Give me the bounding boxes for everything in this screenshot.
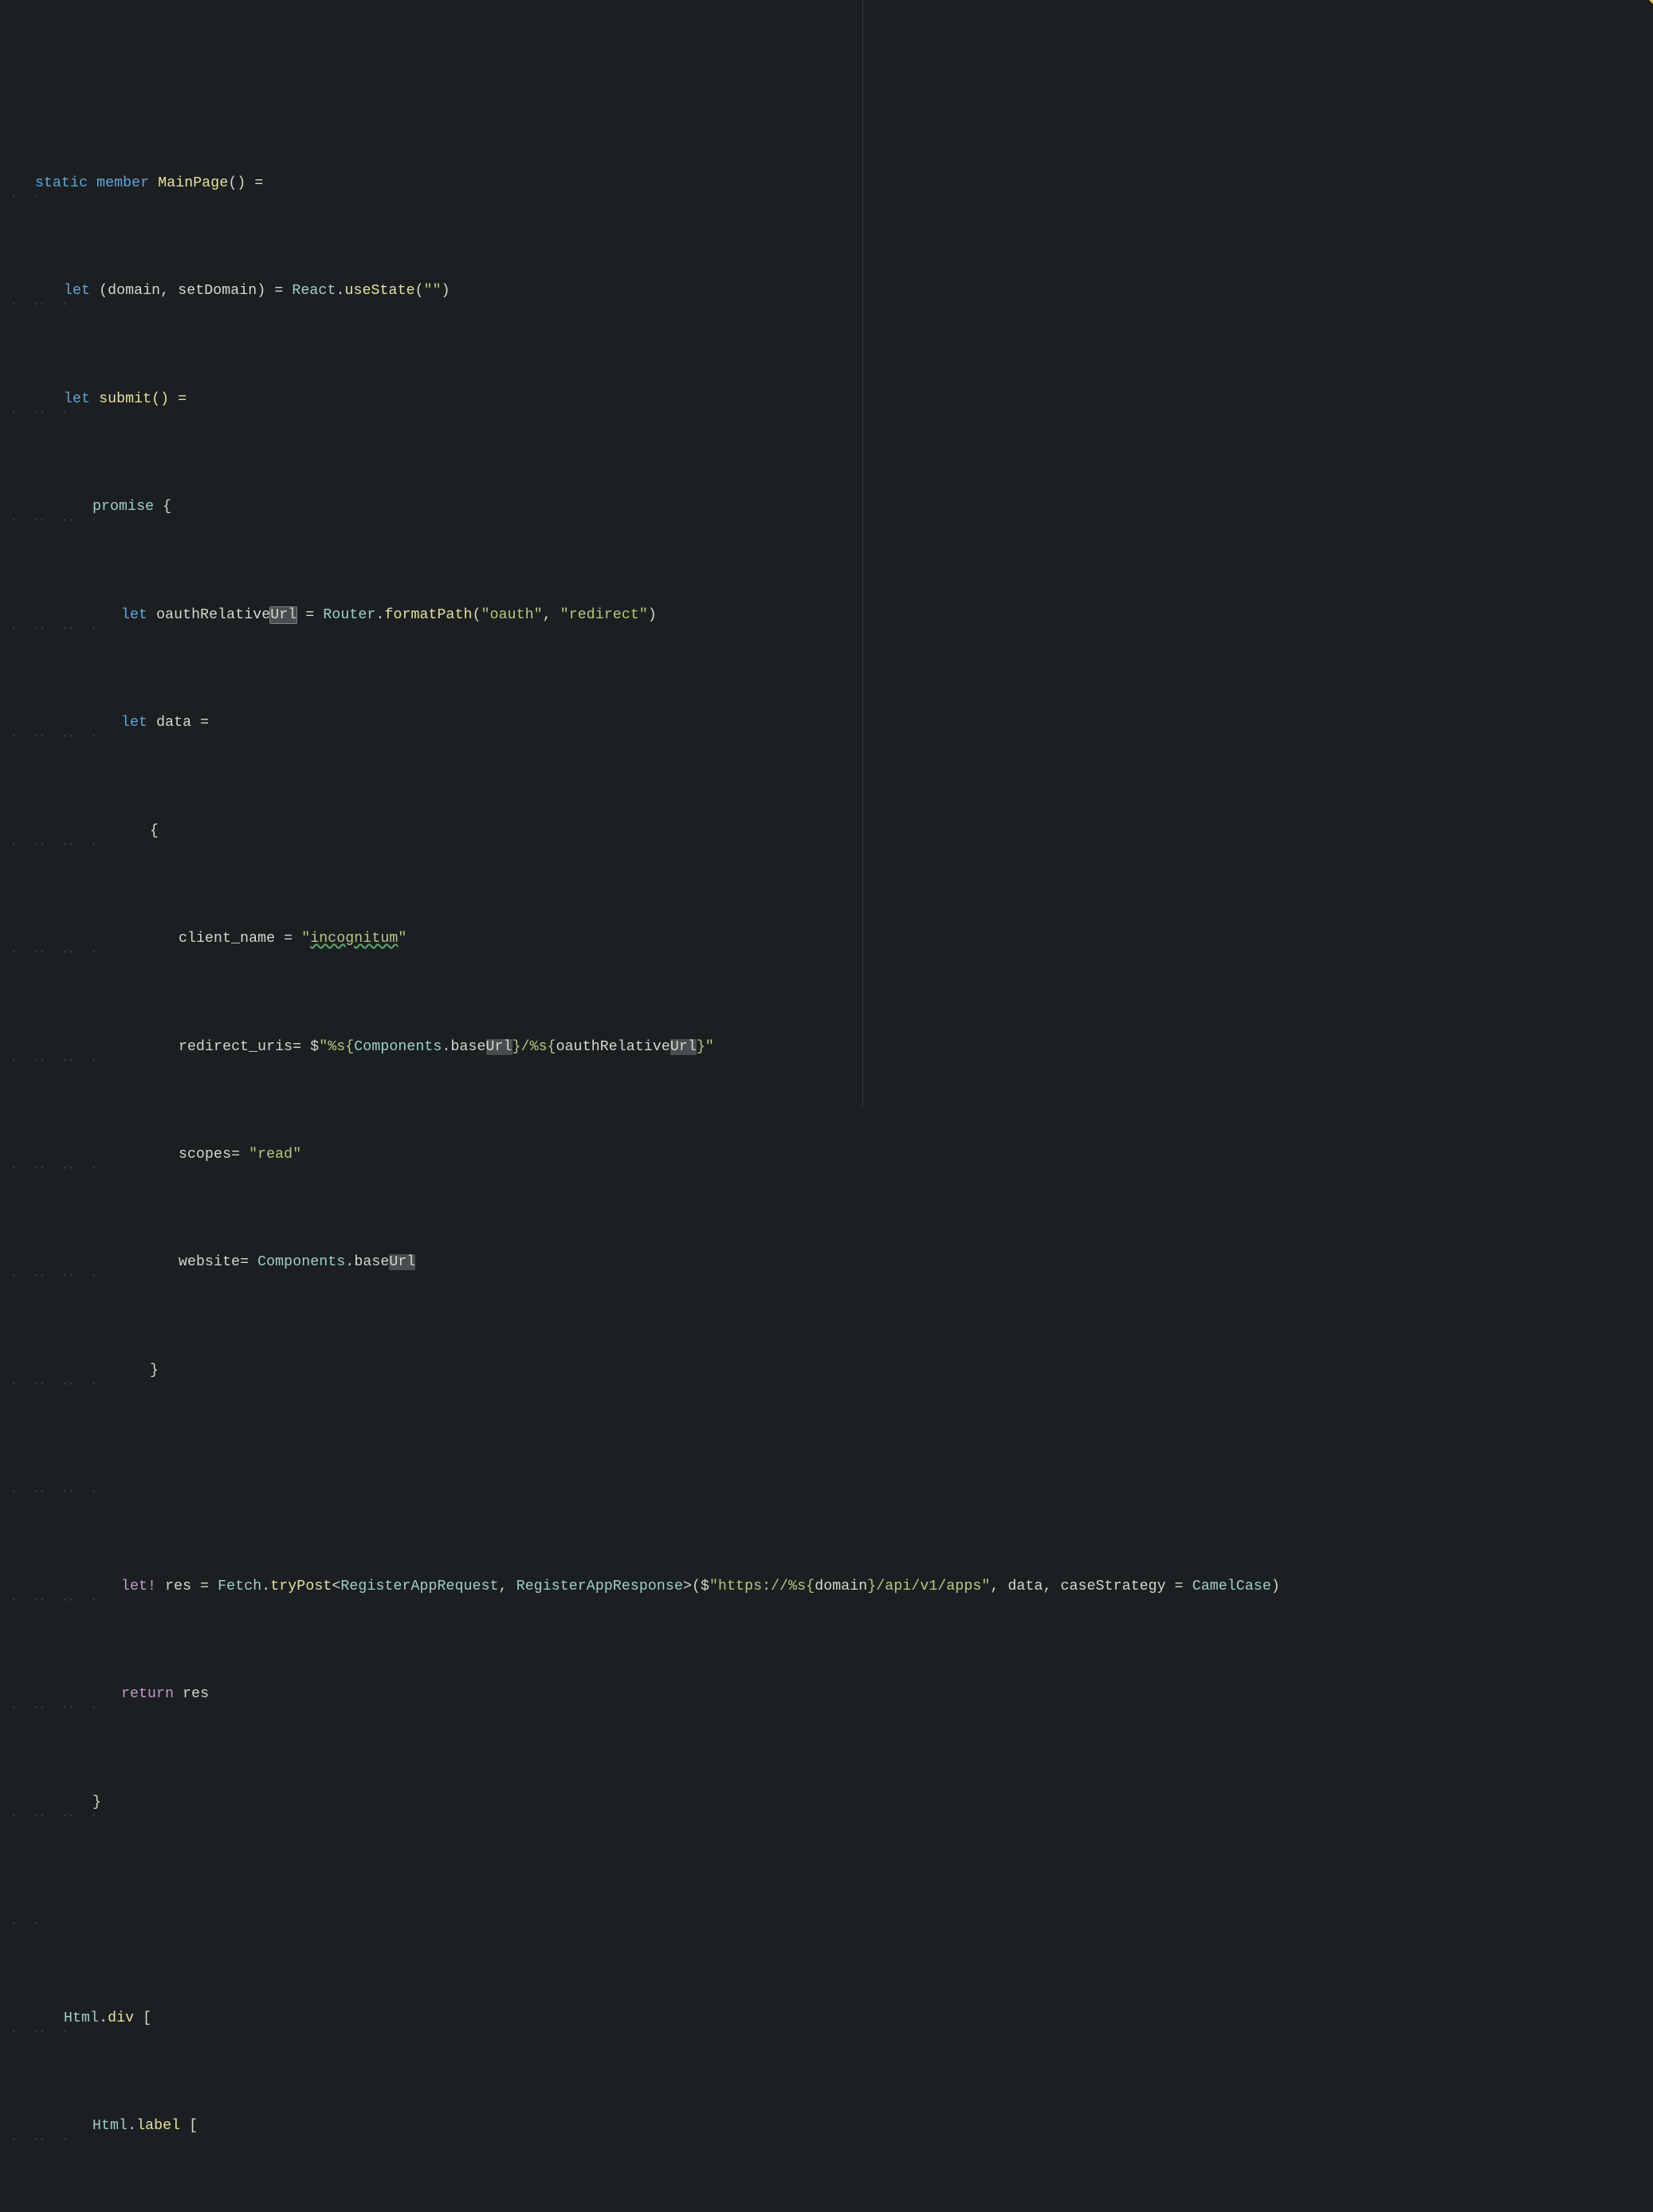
- identifier: MainPage: [158, 175, 228, 191]
- warning-indicator-icon: [1649, 0, 1653, 7]
- code-line[interactable]: let! res = Fetch.tryPost<RegisterAppRequ…: [6, 1576, 1653, 1598]
- code-line[interactable]: let oauthRelativeUrl = Router.formatPath…: [6, 605, 1653, 626]
- code-line[interactable]: Html.label [: [6, 2116, 1653, 2137]
- selection-match: Url: [389, 1254, 415, 1270]
- code-line[interactable]: let (domain, setDomain) = React.useState…: [6, 280, 1653, 302]
- code-line[interactable]: Html.div [: [6, 2008, 1653, 2030]
- keyword: member: [96, 175, 149, 191]
- selection-match: Url: [486, 1039, 512, 1055]
- code-editor[interactable]: static member MainPage() = let (domain, …: [0, 0, 1653, 1106]
- spell-warning: incognitum: [310, 931, 398, 947]
- code-line[interactable]: let data =: [6, 712, 1653, 734]
- code-line[interactable]: website= Components.baseUrl: [6, 1252, 1653, 1273]
- code-line[interactable]: static member MainPage() =: [6, 173, 1653, 194]
- code-line[interactable]: {: [6, 821, 1653, 842]
- code-line[interactable]: redirect_uris= $"%s{Components.baseUrl}/…: [6, 1037, 1653, 1058]
- code-line[interactable]: scopes= "read": [6, 1144, 1653, 1166]
- code-line[interactable]: [6, 1468, 1653, 1489]
- code-line[interactable]: return res: [6, 1684, 1653, 1705]
- code-area[interactable]: static member MainPage() = let (domain, …: [0, 86, 1653, 2212]
- code-line[interactable]: }: [6, 1360, 1653, 1382]
- code-line[interactable]: let submit() =: [6, 389, 1653, 410]
- code-line[interactable]: client_name = "incognitum": [6, 928, 1653, 950]
- punct: () =: [228, 175, 263, 191]
- selection-match: Url: [670, 1039, 697, 1055]
- selection-primary: Url: [270, 607, 296, 623]
- code-line[interactable]: promise {: [6, 496, 1653, 518]
- code-line[interactable]: [6, 1900, 1653, 1921]
- code-line[interactable]: }: [6, 1792, 1653, 1814]
